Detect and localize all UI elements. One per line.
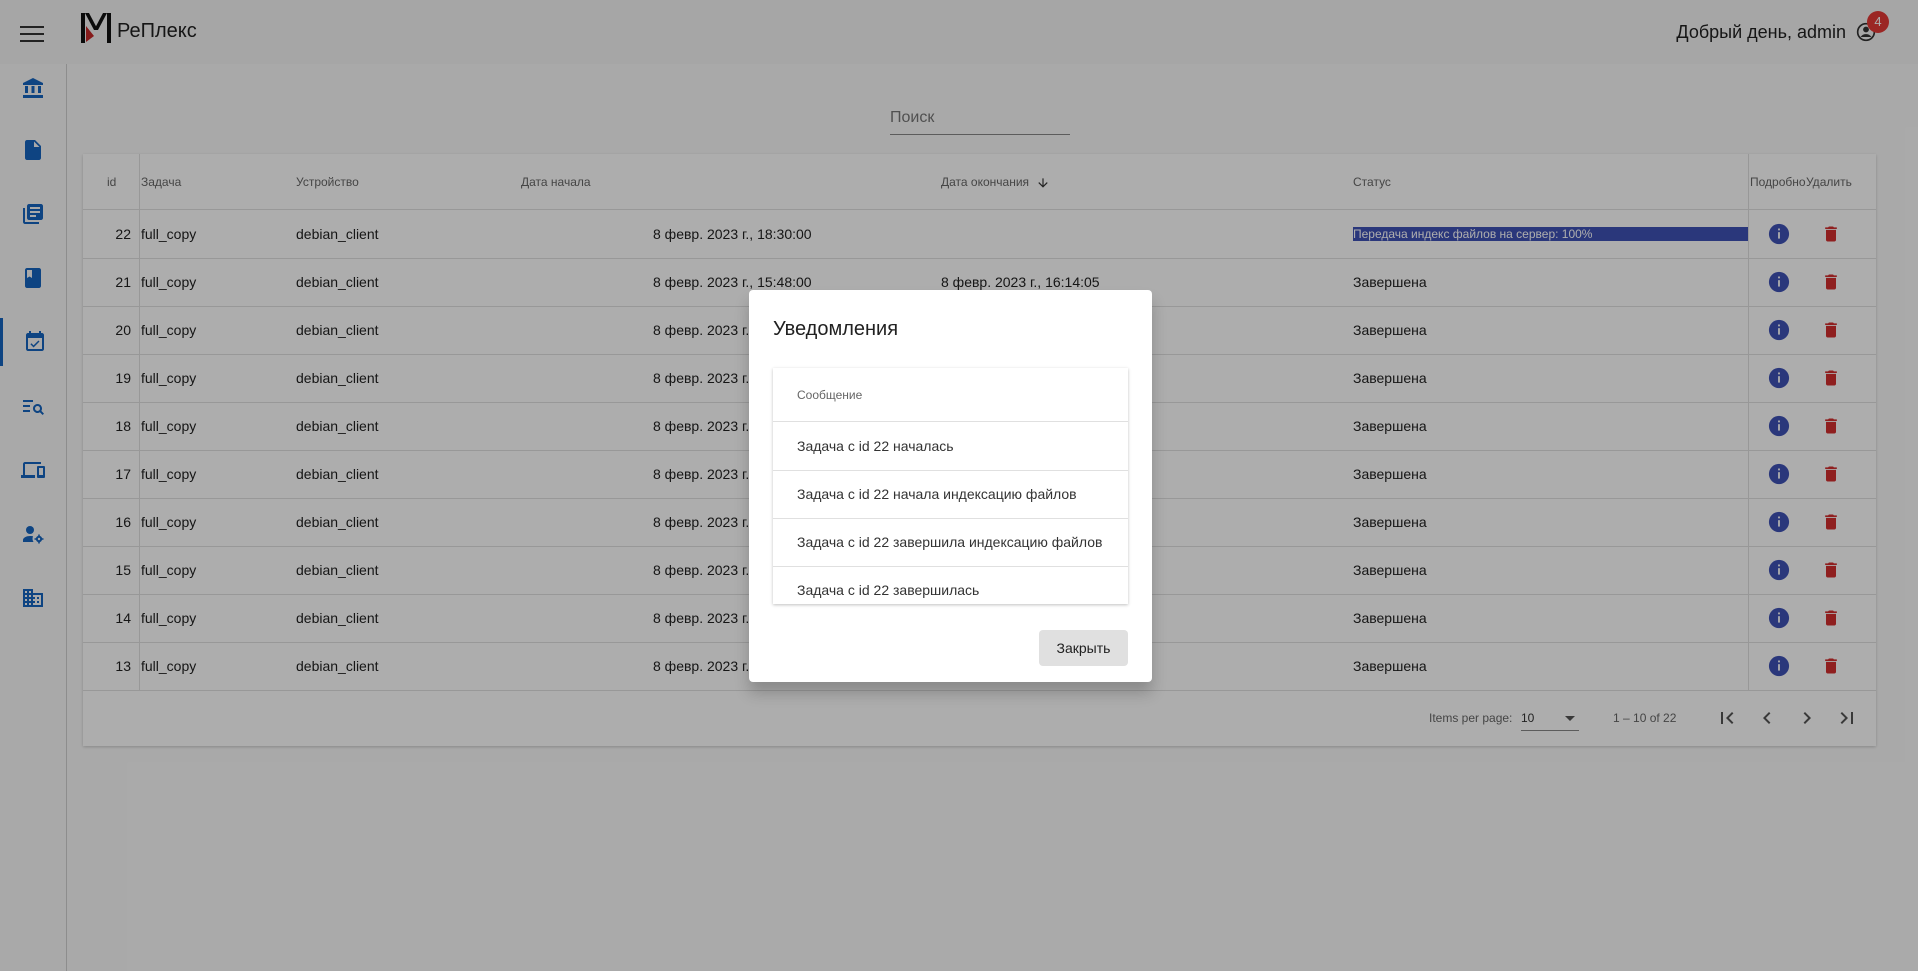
close-button[interactable]: Закрыть bbox=[1039, 630, 1128, 666]
list-item: Задача с id 22 началась bbox=[773, 422, 1128, 471]
notifications-dialog: Уведомления Сообщение Задача с id 22 нач… bbox=[749, 290, 1152, 682]
message-text: Задача с id 22 завершилась bbox=[797, 582, 980, 598]
message-text: Задача с id 22 завершила индексацию файл… bbox=[797, 534, 1103, 550]
list-item: Задача с id 22 начала индексацию файлов bbox=[773, 470, 1128, 519]
list-item: Задача с id 22 завершила индексацию файл… bbox=[773, 518, 1128, 567]
dialog-title: Уведомления bbox=[773, 318, 899, 340]
message-text: Задача с id 22 начала индексацию файлов bbox=[797, 486, 1077, 502]
message-text: Задача с id 22 началась bbox=[797, 438, 954, 454]
list-item: Задача с id 22 завершилась bbox=[773, 566, 1128, 604]
header-message: Сообщение bbox=[797, 388, 863, 402]
messages-table: Сообщение Задача с id 22 началась Задача … bbox=[773, 368, 1128, 604]
